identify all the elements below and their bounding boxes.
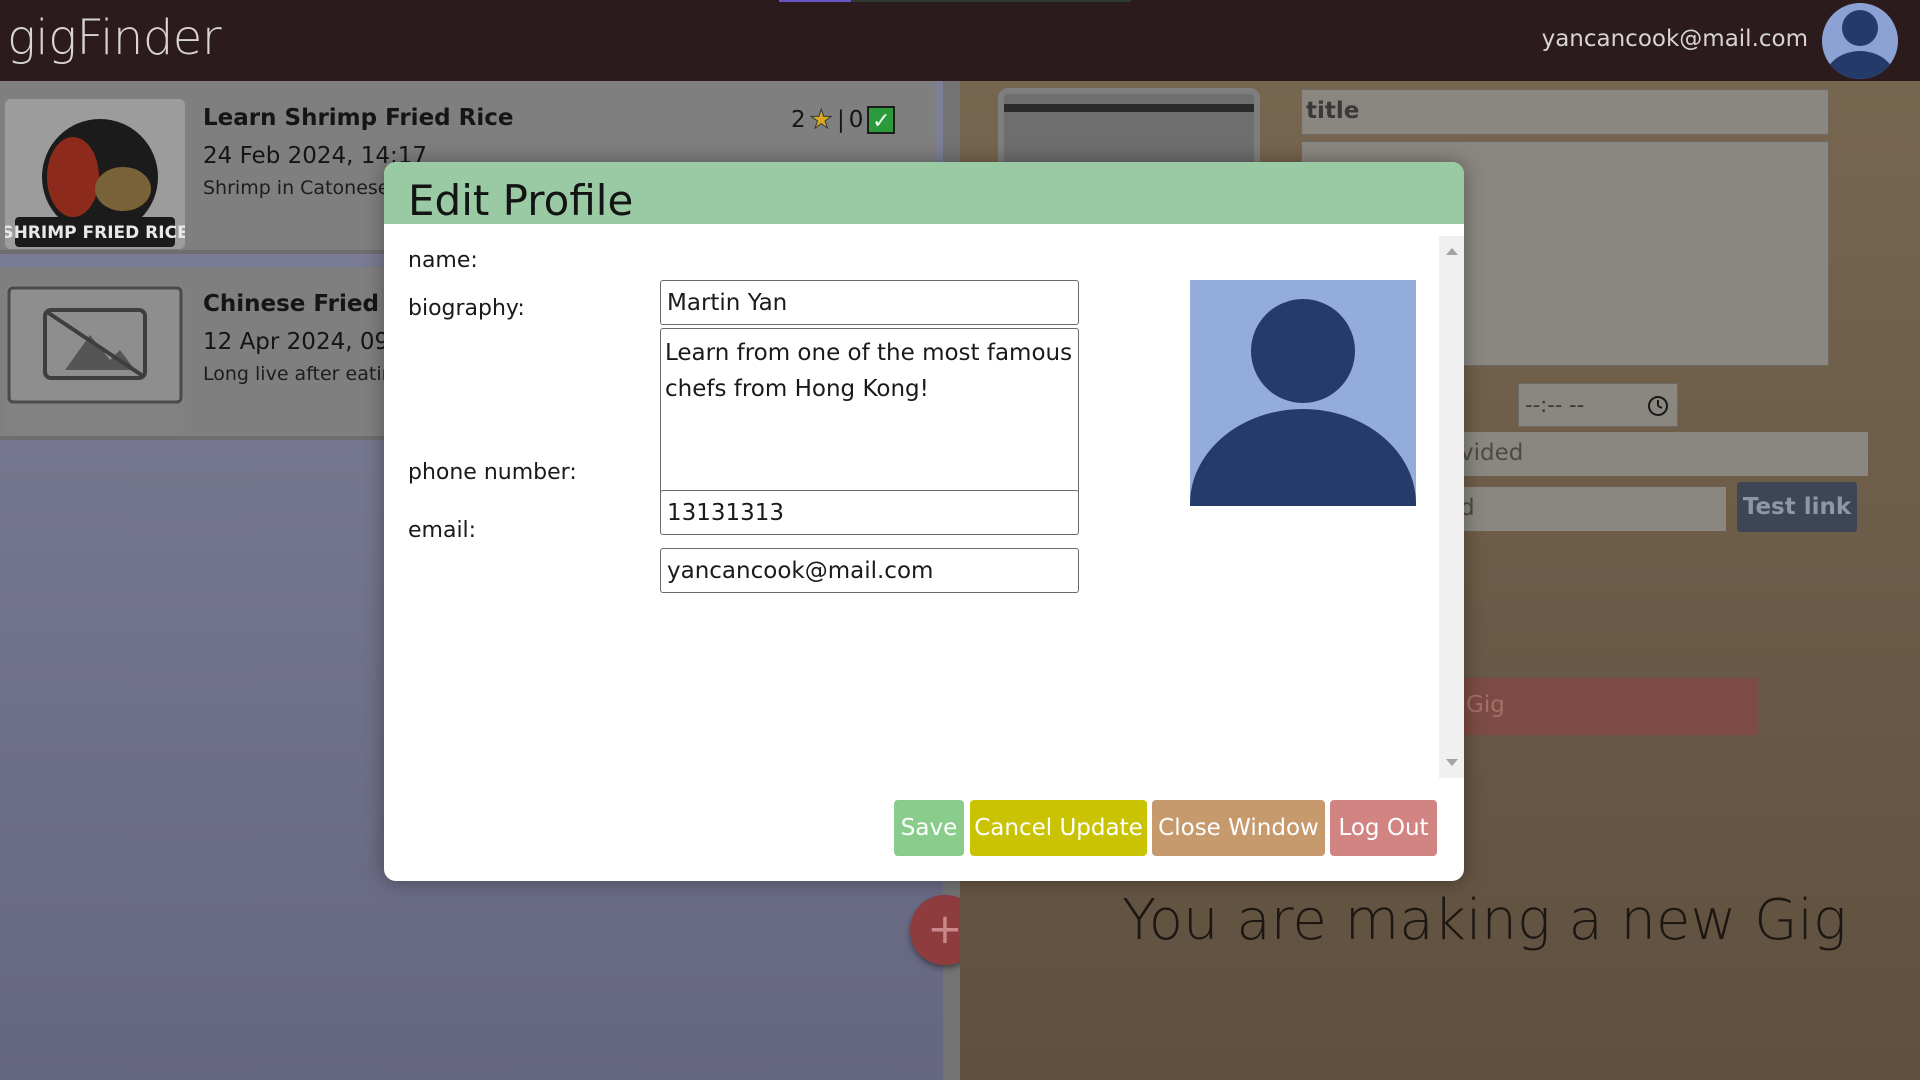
gig-stats: 2 ★ | 0 ✓ [791, 105, 896, 136]
gig-thumbnail: SHRIMP FRIED RICE [5, 99, 185, 249]
email-input[interactable] [660, 548, 1079, 593]
close-window-button[interactable]: Close Window [1152, 800, 1325, 856]
user-avatar-icon[interactable] [1822, 3, 1898, 79]
clock-icon [1648, 396, 1668, 416]
image-placeholder-icon [7, 286, 183, 404]
image-stripe [1004, 104, 1254, 112]
nav-accent-bar-2 [851, 0, 1131, 2]
nav-accent-bar [779, 0, 851, 2]
avatar-body [1824, 51, 1896, 79]
test-link-button[interactable]: Test link [1737, 482, 1857, 532]
modal-scrollbar[interactable] [1439, 236, 1464, 778]
time-input[interactable]: --:-- -- [1518, 383, 1678, 427]
gig-title-input[interactable]: title [1301, 89, 1829, 135]
user-email: yancancook@mail.com [1541, 26, 1808, 52]
modal-title: Edit Profile [408, 176, 634, 225]
star-icon: ★ [809, 105, 833, 136]
thumb-label: SHRIMP FRIED RICE [5, 223, 185, 243]
modal-header: Edit Profile [384, 162, 1464, 225]
star-count: 2 [791, 107, 806, 133]
check-icon: ✓ [867, 106, 896, 134]
modal-body: name: biography: Learn from one of the m… [384, 236, 1440, 778]
provided-field[interactable]: vided [1460, 432, 1868, 476]
gig-description: Long live after eating [203, 363, 406, 385]
gig-thumbnail [5, 285, 185, 435]
link-input[interactable]: d [1460, 487, 1726, 531]
stats-separator: | [836, 107, 845, 133]
cancel-update-button[interactable]: Cancel Update [970, 800, 1147, 856]
log-out-button[interactable]: Log Out [1330, 800, 1437, 856]
email-label: email: [408, 518, 477, 543]
avatar-head [1842, 10, 1878, 46]
name-input[interactable] [660, 280, 1079, 325]
shrimp-fried-rice-image: SHRIMP FRIED RICE [5, 99, 185, 249]
gig-title: Learn Shrimp Fried Rice [203, 105, 514, 131]
top-navbar: gigFinder yancancook@mail.com [0, 0, 1920, 81]
edit-profile-modal: Edit Profile name: biography: Learn from… [384, 162, 1464, 881]
create-gig-button[interactable]: Gig [1460, 678, 1758, 735]
gig-date: 12 Apr 2024, 09:1 [203, 329, 412, 355]
scroll-up-icon[interactable] [1446, 248, 1458, 255]
profile-head [1251, 299, 1355, 403]
profile-picture[interactable] [1190, 280, 1416, 506]
check-count: 0 [848, 107, 864, 133]
app-logo[interactable]: gigFinder [7, 10, 222, 66]
scroll-down-icon[interactable] [1446, 759, 1458, 766]
biography-label: biography: [408, 296, 525, 321]
new-gig-message: You are making a new Gig [1122, 888, 1847, 953]
save-button[interactable]: Save [894, 800, 964, 856]
profile-body [1190, 409, 1416, 506]
phone-input[interactable] [660, 490, 1079, 535]
time-placeholder: --:-- -- [1525, 393, 1585, 417]
gig-description: Shrimp in Catonese is [203, 177, 411, 199]
name-label: name: [408, 248, 478, 273]
phone-label: phone number: [408, 460, 577, 485]
